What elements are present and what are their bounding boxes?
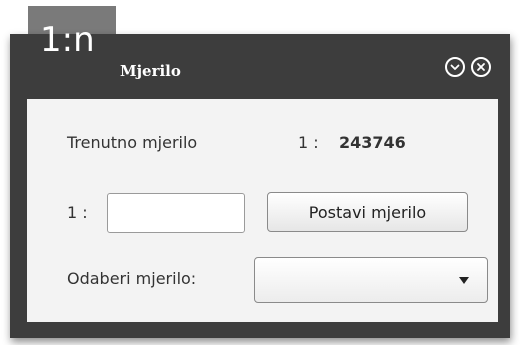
input-scale-prefix: 1 : xyxy=(67,203,88,222)
window-title: Mjerilo xyxy=(120,62,181,80)
select-scale-label: Odaberi mjerilo: xyxy=(67,269,197,288)
dropdown-arrow-icon xyxy=(459,277,469,284)
collapse-button[interactable] xyxy=(445,57,465,77)
close-icon xyxy=(477,63,485,71)
scale-select[interactable] xyxy=(254,257,488,303)
set-scale-button[interactable]: Postavi mjerilo xyxy=(267,192,468,232)
scale-input[interactable] xyxy=(107,193,245,233)
current-scale-label: Trenutno mjerilo xyxy=(67,133,198,152)
close-button[interactable] xyxy=(471,57,491,77)
chevron-down-icon xyxy=(450,64,460,70)
current-scale-value: 243746 xyxy=(339,133,406,152)
current-scale-prefix: 1 : xyxy=(298,133,319,152)
badge-text: 1:n xyxy=(40,20,95,60)
